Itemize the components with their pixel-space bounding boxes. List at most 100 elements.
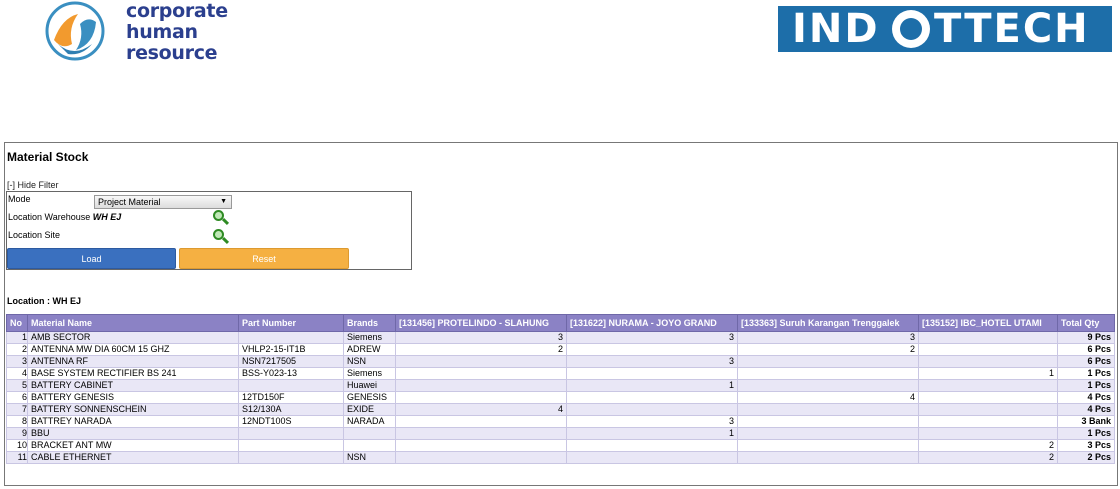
table-cell-material-name: BBU [27,427,239,440]
table-cell-part-number: S12/130A [238,403,344,416]
table-cell-total-qty: 4 Pcs [1057,391,1115,404]
table-cell-material-name: BATTERY CABINET [27,379,239,392]
table-cell-brand: NSN [343,355,396,368]
logo-line-2: human [126,21,198,43]
table-cell-total-qty: 6 Pcs [1057,343,1115,356]
table-cell-total-qty: 1 Pcs [1057,427,1115,440]
table-cell-no: 1 [6,331,28,344]
col-header-no[interactable]: No [6,314,28,332]
table-row[interactable]: 8 BATTREY NARADA 12NDT100S NARADA 3 3 Bank [6,415,1115,428]
load-button[interactable]: Load [7,248,176,269]
table-cell-qty [395,427,567,440]
col-header-site-135152[interactable]: [135152] IBC_HOTEL UTAMI [918,314,1058,332]
material-stock-table: No Material Name Part Number Brands [131… [6,314,1115,464]
table-cell-no: 10 [6,439,28,452]
table-cell-brand: Siemens [343,331,396,344]
col-header-brands[interactable]: Brands [343,314,396,332]
filter-box: Mode Project Material ▼ Location Warehou… [6,191,412,270]
table-cell-qty: 3 [395,331,567,344]
table-cell-brand: Huawei [343,379,396,392]
table-row[interactable]: 2 ANTENNA MW DIA 60CM 15 GHZ VHLP2-15-IT1B… [6,343,1115,356]
table-cell-material-name: BRACKET ANT MW [27,439,239,452]
table-cell-qty: 3 [566,415,738,428]
table-cell-part-number [238,451,344,464]
table-cell-brand: NARADA [343,415,396,428]
table-cell-no: 3 [6,355,28,368]
table-row[interactable]: 3 ANTENNA RF NSN7217505 NSN 3 6 Pcs [6,355,1115,368]
table-cell-qty: 4 [737,391,919,404]
table-cell-part-number [238,427,344,440]
hands-logo-icon [45,1,105,61]
table-row[interactable]: 11 CABLE ETHERNET NSN 2 2 Pcs [6,451,1115,464]
col-header-site-133363[interactable]: [133363] Suruh Karangan Trenggalek [737,314,919,332]
table-cell-part-number [238,379,344,392]
hide-filter-link[interactable]: [-] Hide Filter [7,180,59,190]
page-title: Material Stock [7,150,89,164]
table-cell-part-number: VHLP2-15-IT1B [238,343,344,356]
table-cell-total-qty: 4 Pcs [1057,403,1115,416]
table-row[interactable]: 10 BRACKET ANT MW 2 3 Pcs [6,439,1115,452]
table-cell-part-number: 12TD150F [238,391,344,404]
table-row[interactable]: 1 AMB SECTOR Siemens 3 3 3 9 Pcs [6,331,1115,344]
table-cell-material-name: BASE SYSTEM RECTIFIER BS 241 [27,367,239,380]
table-cell-total-qty: 2 Pcs [1057,451,1115,464]
location-caption: Location : WH EJ [7,296,81,306]
warehouse-search-icon[interactable] [213,210,230,226]
site-search-icon[interactable] [213,229,230,245]
col-header-total-qty[interactable]: Total Qty [1057,314,1115,332]
table-cell-part-number: BSS-Y023-13 [238,367,344,380]
location-warehouse-row: Location Warehouse WH EJ [8,212,121,222]
table-cell-no: 6 [6,391,28,404]
col-header-site-131622[interactable]: [131622] NURAMA - JOYO GRAND [566,314,738,332]
table-row[interactable]: 7 BATTERY SONNENSCHEIN S12/130A EXIDE 4 4 Pcs [6,403,1115,416]
table-cell-material-name: BATTREY NARADA [27,415,239,428]
table-cell-qty [566,451,738,464]
table-row[interactable]: 9 BBU 1 1 Pcs [6,427,1115,440]
table-cell-part-number [238,439,344,452]
table-cell-qty: 1 [566,379,738,392]
table-cell-qty [566,403,738,416]
table-cell-qty [566,439,738,452]
table-cell-qty: 3 [566,355,738,368]
indottech-logo: IND TTECH [778,6,1112,52]
table-cell-qty [737,403,919,416]
reset-button[interactable]: Reset [179,248,349,269]
table-row[interactable]: 4 BASE SYSTEM RECTIFIER BS 241 BSS-Y023-13… [6,367,1115,380]
col-header-site-131456[interactable]: [131456] PROTELINDO - SLAHUNG [395,314,567,332]
table-cell-material-name: BATTERY SONNENSCHEIN [27,403,239,416]
table-cell-qty [737,427,919,440]
table-row[interactable]: 6 BATTERY GENESIS 12TD150F GENESIS 4 4 Pcs [6,391,1115,404]
chevron-down-icon: ▼ [220,198,227,205]
table-cell-no: 9 [6,427,28,440]
table-cell-material-name: ANTENNA RF [27,355,239,368]
col-header-part-number[interactable]: Part Number [238,314,344,332]
table-cell-material-name: BATTERY GENESIS [27,391,239,404]
table-cell-no: 7 [6,403,28,416]
table-header-row: No Material Name Part Number Brands [131… [6,314,1115,332]
logo-line-3: resource [126,42,218,64]
table-cell-no: 2 [6,343,28,356]
table-cell-brand [343,427,396,440]
table-cell-qty: 1 [918,367,1058,380]
table-cell-total-qty: 3 Bank [1057,415,1115,428]
mode-select[interactable]: Project Material ▼ [94,195,232,209]
table-cell-qty [918,331,1058,344]
corporate-human-resource-logo: corporate human resource [44,0,244,63]
table-cell-total-qty: 1 Pcs [1057,379,1115,392]
table-row[interactable]: 5 BATTERY CABINET Huawei 1 1 Pcs [6,379,1115,392]
col-header-material-name[interactable]: Material Name [27,314,239,332]
table-cell-total-qty: 1 Pcs [1057,367,1115,380]
location-site-label: Location Site [8,230,61,240]
logo-text-b: TTECH [934,6,1090,52]
table-cell-qty [395,451,567,464]
table-cell-qty [737,355,919,368]
logo-line-1: corporate [126,0,228,22]
table-cell-qty [395,379,567,392]
table-cell-part-number [238,331,344,344]
table-cell-qty: 2 [395,343,567,356]
table-cell-material-name: ANTENNA MW DIA 60CM 15 GHZ [27,343,239,356]
table-cell-qty: 3 [737,331,919,344]
table-cell-qty [737,367,919,380]
table-cell-qty [395,355,567,368]
page-header: corporate human resource IND TTECH [0,0,1120,140]
